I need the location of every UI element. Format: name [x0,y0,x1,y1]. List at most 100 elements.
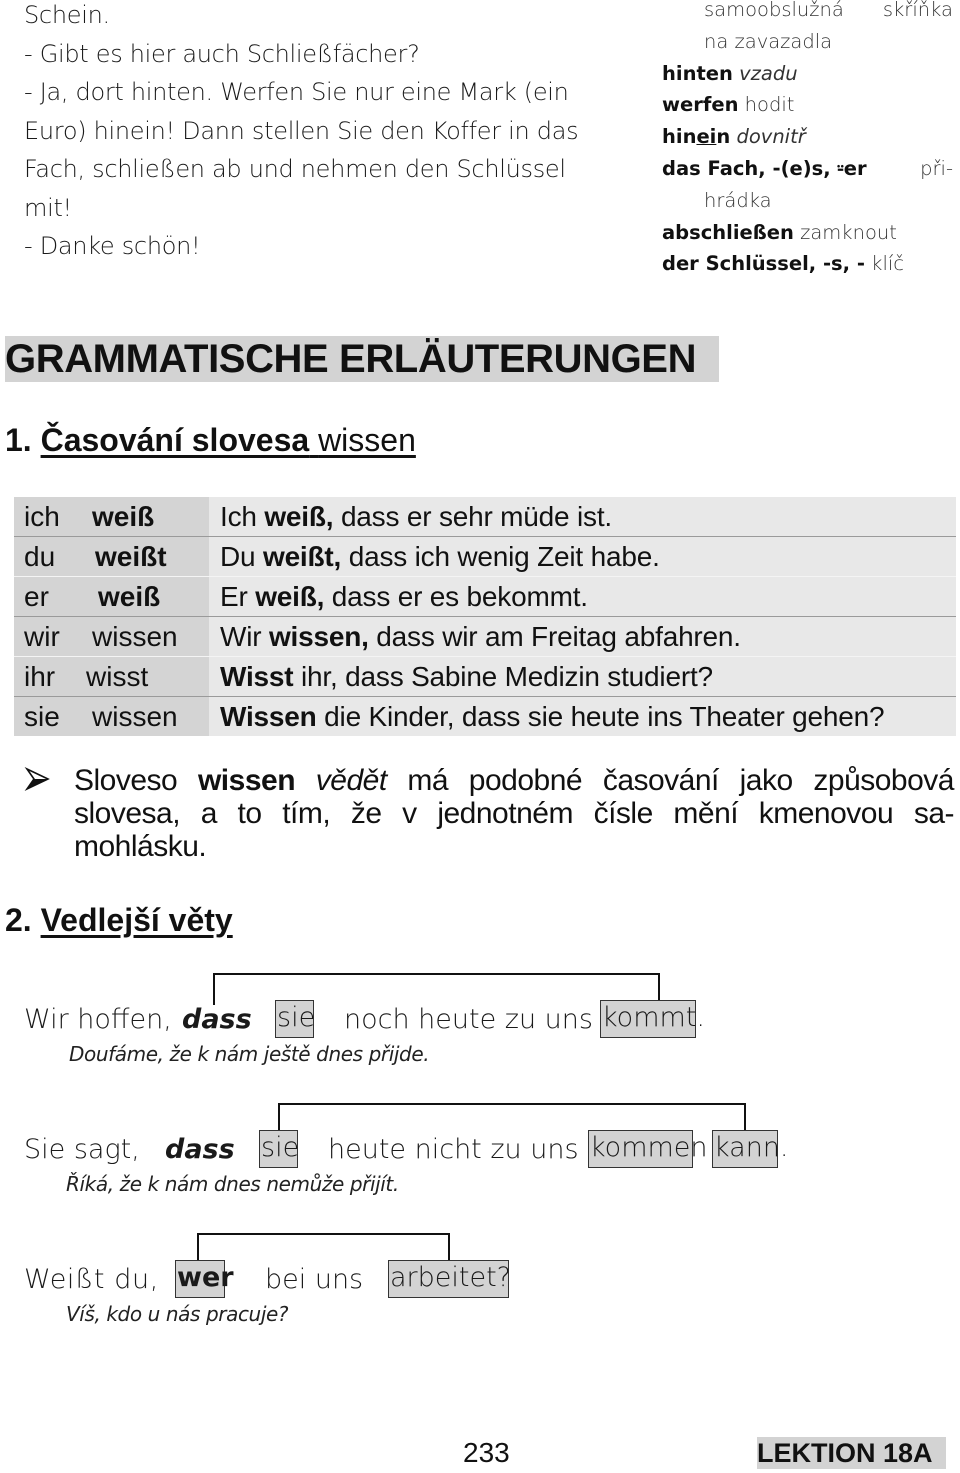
section-heading: GRAMMATISCHE ERLÄUTERUNGEN [5,337,697,381]
vocab-translation: hodit [744,93,795,117]
lesson-label: LEKTION 18A [757,1437,946,1469]
conjugation-form-cell: ich weiß [14,497,209,536]
conjugation-row: er weiß Er weiß, dass er es bekommt. [14,577,956,617]
example-sentence: Er weiß, dass er es bekommt. [209,577,956,616]
example-text: dass er sehr müde ist. [333,501,612,532]
pronoun: sie [24,701,60,732]
example-text: dass ich wenig Zeit habe. [341,541,660,572]
note-keyword: wissen [197,764,296,797]
dialogue-line: Euro) hinein! Dann stellen Sie den Koffe… [24,116,579,145]
clause-diagram: Sie sagt, dass sie heute nicht zu uns ko… [0,1095,960,1215]
clause-middle: bei uns [265,1264,364,1295]
dialogue-line: Schein. [24,1,110,29]
example-text: ihr, dass Sabine Medizin studiert? [293,661,713,692]
arrowhead-bullet-icon [24,766,50,792]
note-line: mohlásku. [74,830,207,863]
example-text: dass er es bekommt. [324,581,588,612]
conjugation-row: wir wissen Wir wissen, dass wir am Freitag… [14,617,956,657]
note-line: slovesa, a to tím, že v jednotném čísle … [74,797,955,830]
example-text: Du [220,541,263,572]
vocab-translation: hrádka [704,188,772,212]
subsection-title-bold: Časování slovesa [40,422,310,458]
vocab-translation: dovnitř [736,125,806,149]
example-text: Wir [220,621,269,652]
main-clause: Wir hoffen, [24,1004,172,1035]
verb-form: weißt [95,541,167,572]
example-sentence: Wissen die Kinder, dass sie heute ins Th… [209,697,956,736]
vocab-translation: při- [920,156,953,180]
subsection-number: 2. [5,902,32,938]
vocab-translation: vzadu [739,61,798,85]
vocab-entry: hinten vzadu [662,58,957,90]
vocab-entry: werfen hodit [662,89,957,121]
example-verb: weiß, [255,581,325,612]
main-clause: Sie sagt, [24,1134,140,1165]
vocab-translation: zamknout [800,220,897,244]
diagram-translation: Víš, kdo u nás pracuje? [66,1302,289,1326]
conjugation-row: sie wissen Wissen die Kinder, dass sie heu… [14,697,956,736]
verb-box: kommen [588,1130,708,1168]
vocab-term: hinten [662,61,733,85]
note-translation: vědět [295,764,387,797]
subsection-number: 1. [5,422,32,458]
vocab-term: hinein [662,125,730,148]
diagram-translation: Říká, že k nám dnes nemůže přijít. [66,1172,399,1196]
conjunction: dass [182,1004,252,1035]
vocab-translation: skříňka [882,0,953,21]
section-heading-banner: GRAMMATISCHE ERLÄUTERUNGEN [5,336,719,382]
note-text: Sloveso [74,764,198,797]
conjugation-form-cell: du weißt [14,537,209,576]
clause-diagram: Wir hoffen, dass sie noch heute zu uns k… [0,965,960,1085]
example-sentence: Wir wissen, dass wir am Freitag abfahren… [209,617,956,656]
pronoun: er [24,581,49,612]
verb-form: wissen [92,701,178,732]
example-verb: Wisst [220,661,294,692]
verb-form: weiß [92,501,155,532]
vocab-term: das Fach, -(e)s, ⸚er [662,156,867,180]
vocabulary-list: samoobslužná skříňka na zavazadla hinten… [662,0,957,280]
conjugation-form-cell: ihr wisst [14,657,209,696]
note-text: má podobné časování jako způsobová [386,764,954,797]
main-clause: Weißt du, [24,1264,159,1295]
dialogue-line: mit! [24,193,72,222]
verb-form: wissen [92,621,178,652]
vocab-entry: das Fach, -(e)s, ⸚er při- [662,153,957,185]
vocab-translation: samoobslužná [704,0,844,21]
example-sentence: Ich weiß, dass er sehr müde ist. [209,497,956,536]
vocab-term-stress: ei [696,125,717,149]
example-text: Ich [220,501,265,532]
example-text: dass wir am Freitag abfahren. [368,621,741,652]
vocab-translation: klíč [871,252,905,276]
dialogue-line: Fach, schließen ab und nehmen den Schlüs… [24,155,566,183]
subsection-title-verb: wissen [318,422,416,458]
dialogue-text: Schein. - Gibt es hier auch Schließfäche… [24,0,624,266]
vocab-translation: na zavazadla [704,29,833,53]
dialogue-line: - Danke schön! [24,232,201,260]
grammar-note: Sloveso wissen vědět má podobné časování… [24,764,955,863]
vocab-term: der Schlüssel, -s, - [662,252,865,276]
example-sentence: Du weißt, dass ich wenig Zeit habe. [209,537,956,576]
pronoun: wir [24,621,60,652]
conjugation-form-cell: wir wissen [14,617,209,656]
conjugation-row: ich weiß Ich weiß, dass er sehr müde ist. [14,497,956,537]
clause-diagram: Weißt du, wer bei uns arbeitet? Víš, kdo… [0,1225,960,1345]
note-line: Sloveso wissen vědět má podobné časování… [74,764,955,797]
conjunction: dass [165,1134,235,1165]
pronoun: ich [24,501,60,532]
example-sentence: Wisst ihr, dass Sabine Medizin studiert? [209,657,956,696]
vocab-entry: abschließen zamknout [662,217,957,249]
conjugation-form-cell: sie wissen [14,697,209,736]
example-verb: wissen, [268,621,369,652]
vocab-term: abschließen [662,220,794,244]
subject-box: wer [175,1260,234,1298]
vocab-term: werfen [662,93,739,117]
pronoun: ihr [24,661,56,692]
dialogue-line: - Gibt es hier auch Schließfächer? [24,39,420,68]
page-number: 233 [463,1437,510,1468]
vocab-continuation: samoobslužná skříňka [662,0,957,26]
clause-middle: noch heute zu uns [344,1004,593,1035]
example-text: die Kinder, dass sie heute ins Theater g… [316,701,885,732]
verb-box: kommt. [600,1000,705,1038]
subject-box: sie [275,1000,315,1038]
vocab-continuation: hrádka [662,185,957,217]
